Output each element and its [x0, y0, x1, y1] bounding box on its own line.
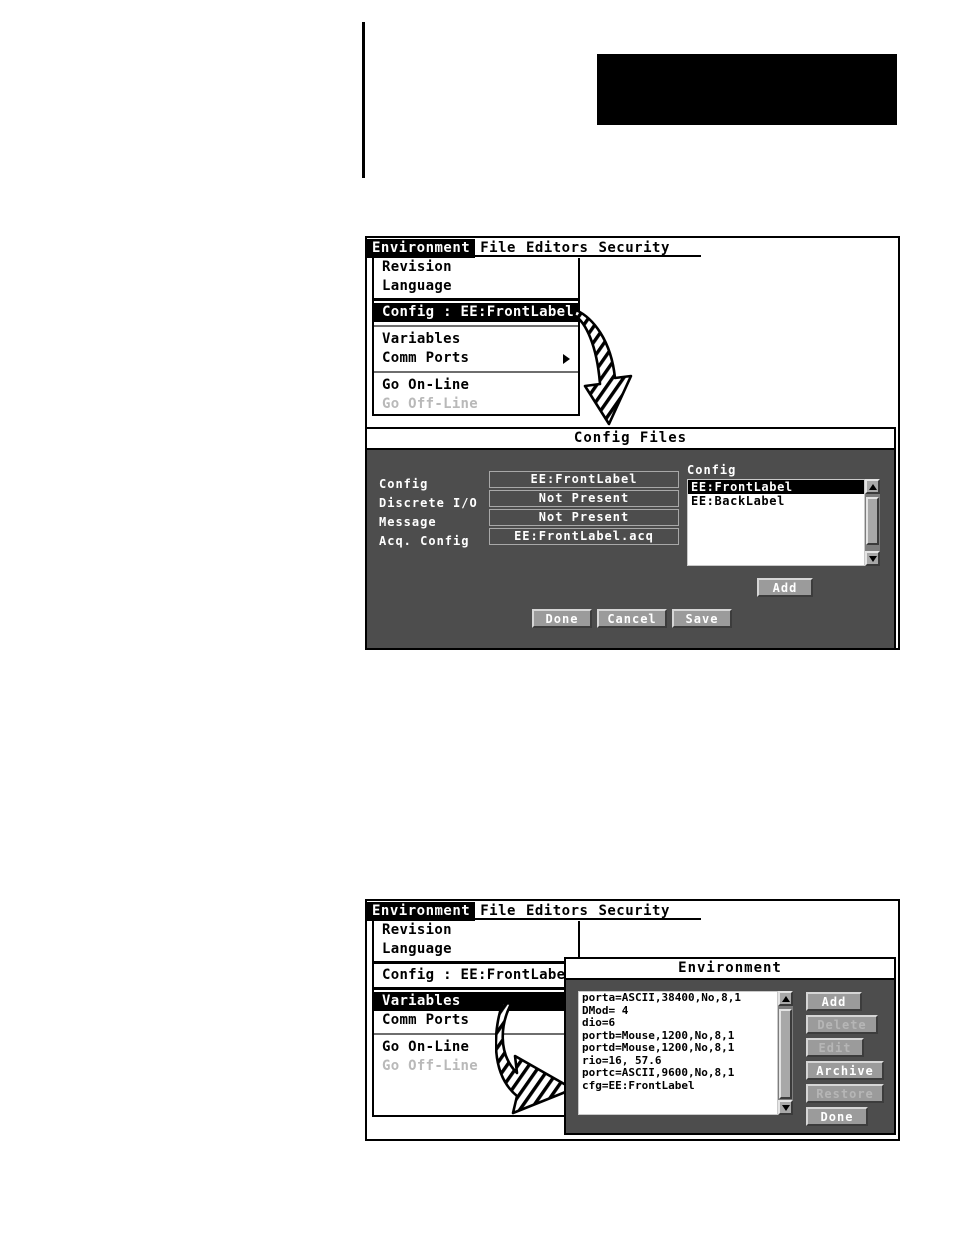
list-item[interactable]: dio=6: [579, 1016, 777, 1030]
arrow-down-icon: [781, 1104, 790, 1111]
chevron-right-icon: [563, 353, 570, 364]
message-field-row: Message: [379, 511, 437, 530]
config-field-label: Config: [379, 477, 429, 491]
menu-item-language-2[interactable]: Language: [374, 940, 578, 959]
list-item[interactable]: EE:BackLabel: [688, 494, 864, 508]
acq-config-field-value[interactable]: EE:FrontLabel.acq: [489, 528, 679, 545]
menu-item-comm-ports-label-2: Comm Ports: [382, 1012, 470, 1028]
scrollbar-thumb[interactable]: [866, 497, 879, 545]
add-button[interactable]: Add: [757, 578, 813, 597]
menu-separator-1-2: [374, 961, 578, 964]
top-screen-panel: Environment File Editors Security Revisi…: [365, 236, 900, 650]
discrete-io-field-value[interactable]: Not Present: [489, 490, 679, 507]
menu-item-config[interactable]: Config : EE:FrontLabel: [374, 303, 578, 322]
list-item[interactable]: cfg=EE:FrontLabel: [579, 1079, 777, 1093]
environment-dialog: Environment porta=ASCII,38400,No,8,1 DMo…: [564, 957, 896, 1135]
menu-item-variables[interactable]: Variables: [374, 330, 578, 349]
message-field-value[interactable]: Not Present: [489, 509, 679, 526]
acq-config-field-row: Acq. Config: [379, 530, 469, 549]
bottom-screen-panel: Environment File Editors Security Revisi…: [365, 899, 900, 1141]
list-item[interactable]: portd=Mouse,1200,No,8,1: [579, 1041, 777, 1055]
edit-button: Edit: [806, 1038, 864, 1057]
page-margin-rule: [362, 22, 365, 178]
menu-bar-item-security[interactable]: Security: [593, 239, 674, 258]
list-item[interactable]: portc=ASCII,9600,No,8,1: [579, 1066, 777, 1080]
menu-item-go-online[interactable]: Go On-Line: [374, 376, 578, 395]
callout-arrow-down-icon: [573, 308, 633, 426]
done-button-2[interactable]: Done: [806, 1107, 868, 1126]
config-list-label: Config: [687, 463, 737, 477]
scroll-down-button[interactable]: [865, 551, 880, 566]
menu-bar-item-editors[interactable]: Editors: [521, 239, 594, 258]
menu-separator-2-2: [374, 987, 578, 990]
menu-item-revision[interactable]: Revision: [374, 258, 578, 277]
menu-bar-2: Environment File Editors Security: [367, 901, 898, 921]
done-button[interactable]: Done: [532, 609, 592, 628]
config-field-value[interactable]: EE:FrontLabel: [489, 471, 679, 488]
menu-item-comm-ports[interactable]: Comm Ports: [374, 349, 578, 368]
menu-separator-3: [374, 371, 578, 373]
menu-item-revision-2[interactable]: Revision: [374, 921, 578, 940]
archive-button[interactable]: Archive: [806, 1061, 884, 1080]
cancel-button[interactable]: Cancel: [597, 609, 667, 628]
scrollbar-thumb[interactable]: [779, 1009, 792, 1099]
menu-bar-item-file[interactable]: File: [475, 239, 521, 258]
menu-item-language[interactable]: Language: [374, 277, 578, 296]
menu-bar-item-environment[interactable]: Environment: [367, 238, 476, 258]
menu-bar-item-editors-2[interactable]: Editors: [521, 902, 594, 921]
arrow-up-icon: [781, 995, 790, 1002]
menu-item-config-2[interactable]: Config : EE:FrontLabel: [374, 966, 578, 985]
config-listbox[interactable]: EE:FrontLabel EE:BackLabel: [687, 479, 865, 566]
scroll-up-button[interactable]: [865, 479, 880, 494]
black-header-block: [597, 54, 897, 125]
message-field-label: Message: [379, 515, 437, 529]
environment-dialog-title: Environment: [566, 959, 894, 980]
config-listbox-scrollbar[interactable]: [865, 479, 880, 566]
config-files-dialog-title: Config Files: [367, 429, 894, 450]
list-item[interactable]: EE:FrontLabel: [688, 480, 864, 494]
environment-dropdown-menu: Revision Language Config : EE:FrontLabel…: [372, 258, 580, 416]
config-files-dialog: Config Files Config EE:FrontLabel Discre…: [365, 427, 896, 650]
scroll-down-button[interactable]: [778, 1100, 793, 1115]
menu-separator-2: [374, 325, 578, 327]
restore-button: Restore: [806, 1084, 884, 1103]
arrow-up-icon: [868, 483, 877, 490]
delete-button: Delete: [806, 1015, 878, 1034]
list-item[interactable]: porta=ASCII,38400,No,8,1: [579, 992, 777, 1005]
scroll-up-button[interactable]: [778, 991, 793, 1006]
menu-item-comm-ports-label: Comm Ports: [382, 350, 470, 366]
discrete-io-field-row: Discrete I/O: [379, 492, 478, 511]
menu-bar: Environment File Editors Security: [367, 238, 898, 258]
save-button[interactable]: Save: [672, 609, 732, 628]
menu-separator-1: [374, 298, 578, 301]
menu-item-go-offline: Go Off-Line: [382, 396, 479, 412]
config-field-row: Config: [379, 473, 428, 492]
menu-bar-item-file-2[interactable]: File: [475, 902, 521, 921]
menu-bar-item-security-2[interactable]: Security: [593, 902, 674, 921]
environment-variables-listbox[interactable]: porta=ASCII,38400,No,8,1 DMod= 4 dio=6 p…: [578, 991, 778, 1115]
add-button-2[interactable]: Add: [806, 992, 862, 1011]
menu-bar-item-environment-2[interactable]: Environment: [367, 901, 476, 921]
discrete-io-field-label: Discrete I/O: [379, 496, 478, 510]
arrow-down-icon: [868, 555, 877, 562]
environment-listbox-scrollbar[interactable]: [778, 991, 793, 1115]
acq-config-field-label: Acq. Config: [379, 534, 470, 548]
